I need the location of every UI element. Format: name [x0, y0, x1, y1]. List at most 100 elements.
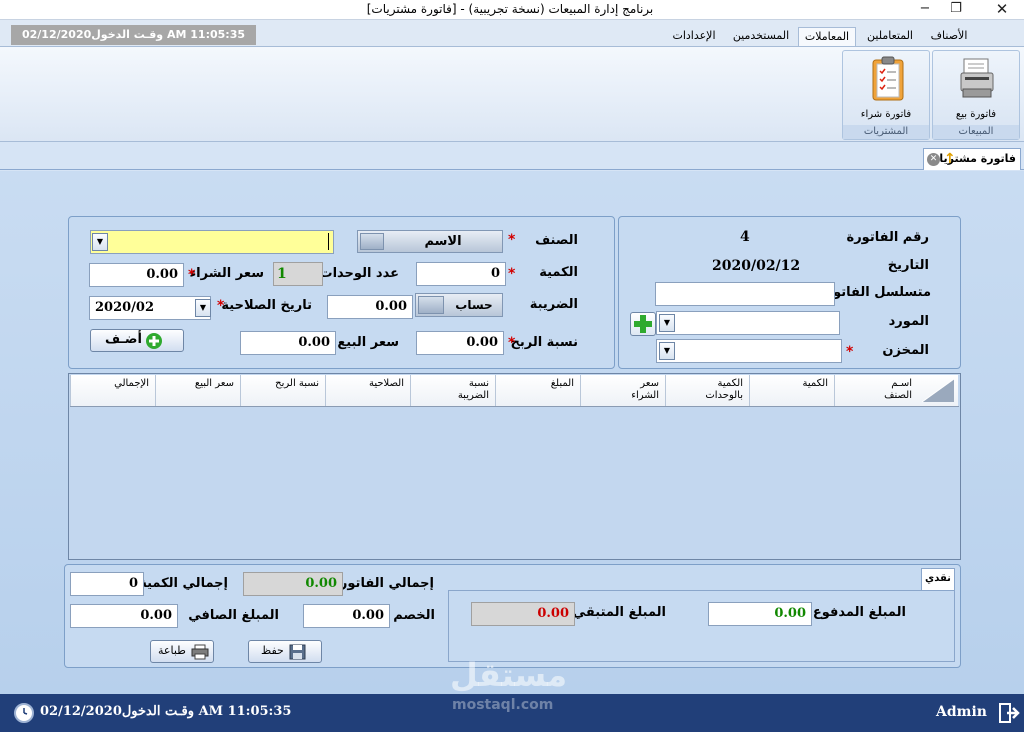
- close-icon[interactable]: ✕: [987, 0, 1017, 20]
- store-select[interactable]: [656, 339, 842, 363]
- tab-settings[interactable]: الإعدادات: [664, 27, 724, 46]
- net-amount-value: 0.00: [70, 604, 178, 628]
- items-grid[interactable]: اسـم الصنف الكمية الكمية بالوحدات سعر ال…: [68, 373, 961, 560]
- required-star: *: [217, 298, 225, 314]
- invoice-total-value: 0.00: [243, 572, 343, 596]
- supplier-select[interactable]: [656, 311, 840, 335]
- required-star: *: [508, 232, 516, 248]
- supplier-label: المورد: [888, 314, 929, 329]
- minimize-icon[interactable]: −: [910, 0, 940, 20]
- column-header[interactable]: اسـم الصنف: [834, 375, 918, 406]
- quantity-label: الكمية: [539, 265, 578, 280]
- purchase-invoice-button[interactable]: فاتورة شراء: [843, 109, 929, 120]
- paid-amount-field[interactable]: 0.00: [708, 602, 812, 626]
- buy-price-label: سعر الشراء: [189, 266, 265, 281]
- required-star: *: [846, 344, 854, 360]
- restore-icon[interactable]: ❐: [941, 0, 971, 20]
- name-toggle[interactable]: الاسم: [357, 230, 503, 253]
- group-label-sales: المبيعات: [933, 125, 1019, 139]
- sell-invoice-button[interactable]: فاتورة بيع: [933, 109, 1019, 120]
- column-header[interactable]: الصلاحية: [325, 375, 410, 406]
- tab-clients[interactable]: المتعاملين: [860, 27, 920, 46]
- floppy-disk-icon: [289, 644, 306, 660]
- document-tab-label: فاتورة مشتريات: [928, 152, 1016, 165]
- print-button[interactable]: طباعة: [150, 640, 214, 663]
- quantity-total-label: إجمالي الكمية: [139, 576, 228, 591]
- invoice-total-label: إجمالي الفاتورة: [332, 576, 434, 591]
- item-select[interactable]: [90, 230, 334, 254]
- printer-icon: [191, 644, 209, 660]
- column-header[interactable]: سعر البيع: [155, 375, 240, 406]
- toggle-knob: [418, 296, 444, 314]
- net-amount-label: المبلغ الصافي: [188, 608, 279, 623]
- tab-users[interactable]: المستخدمين: [728, 27, 794, 46]
- watermark-logo: مستقل: [450, 656, 568, 694]
- discount-field[interactable]: 0.00: [303, 604, 390, 628]
- invoice-serial-field[interactable]: [655, 282, 835, 306]
- tab-transactions[interactable]: المعاملات: [798, 27, 856, 46]
- window-title: برنامج إدارة المبيعات (نسخة تجريبية) - […: [366, 2, 654, 16]
- buy-price-field[interactable]: 0.00: [89, 263, 184, 287]
- tax-toggle-label: حساب: [455, 298, 493, 312]
- invoice-date-value: 2020/02/12: [712, 258, 801, 274]
- profit-rate-label: نسبة الربح: [510, 335, 578, 350]
- remaining-amount-label: المبلغ المتبقي: [572, 605, 666, 620]
- invoice-number-value: 4: [740, 229, 750, 245]
- save-label: حفظ: [261, 644, 284, 657]
- invoice-number-label: رقم الفاتورة: [846, 230, 929, 245]
- add-item-button[interactable]: أضـف: [90, 329, 184, 352]
- sell-price-label: سعر البيع: [337, 335, 399, 350]
- add-item-label: أضـف: [105, 332, 142, 347]
- expiry-date-field[interactable]: 2020/02: [89, 296, 211, 320]
- discount-label: الخصم: [393, 608, 435, 623]
- column-header[interactable]: الكمية بالوحدات: [665, 375, 749, 406]
- name-toggle-label: الاسم: [424, 234, 462, 249]
- tax-toggle[interactable]: حساب: [415, 293, 503, 317]
- item-dropdown-icon[interactable]: ▼: [92, 233, 108, 251]
- paid-amount-label: المبلغ المدفوع: [812, 605, 906, 620]
- document-tab[interactable]: فاتورة مشتريات ↑ ✕: [923, 148, 1021, 170]
- profit-rate-field[interactable]: 0.00: [416, 331, 504, 355]
- column-header[interactable]: نسبة الضريبة: [410, 375, 495, 406]
- column-header[interactable]: سعر الشراء: [580, 375, 665, 406]
- print-label: طباعة: [158, 644, 186, 657]
- payment-panel: [448, 590, 955, 662]
- units-count-value: 1: [273, 262, 323, 286]
- ribbon-group-purchases: فاتورة شراء المشتريات: [842, 50, 930, 140]
- tab-items[interactable]: الأصناف: [922, 27, 976, 46]
- add-supplier-button[interactable]: [630, 312, 656, 336]
- tax-field[interactable]: 0.00: [327, 295, 413, 319]
- store-label: المخزن: [882, 343, 929, 358]
- expiry-dropdown-icon[interactable]: ▼: [195, 299, 211, 317]
- sell-invoice-icon[interactable]: [960, 57, 994, 101]
- remaining-amount-value: 0.00: [471, 602, 575, 626]
- purchase-invoice-icon[interactable]: [870, 55, 906, 103]
- required-star: *: [188, 267, 196, 283]
- supplier-dropdown-icon[interactable]: ▼: [659, 314, 675, 332]
- close-tab-icon[interactable]: ✕: [927, 153, 940, 166]
- toggle-knob: [360, 233, 384, 250]
- quantity-field[interactable]: 0: [416, 262, 506, 286]
- expiry-label: تاريخ الصلاحية: [221, 298, 312, 313]
- sell-price-field[interactable]: 0.00: [240, 331, 336, 355]
- watermark-url: mostaql.com: [452, 697, 554, 713]
- units-count-label: عدد الوحدات: [319, 266, 399, 281]
- column-header[interactable]: الكمية: [749, 375, 834, 406]
- quantity-total-value: 0: [70, 572, 144, 596]
- header-divider: [70, 406, 959, 407]
- tab-cash[interactable]: نقدي: [921, 568, 955, 590]
- status-login-time: وقـت الدخول02/12/2020 AM 11:05:35: [40, 704, 292, 719]
- store-dropdown-icon[interactable]: ▼: [659, 342, 675, 360]
- title-bar: برنامج إدارة المبيعات (نسخة تجريبية) - […: [0, 0, 1024, 20]
- column-header[interactable]: المبلغ: [495, 375, 580, 406]
- column-header[interactable]: نسبة الربح: [240, 375, 325, 406]
- logout-icon[interactable]: [998, 702, 1020, 724]
- add-circle-icon: [146, 333, 162, 349]
- save-button[interactable]: حفظ: [248, 640, 322, 663]
- text-caret: [328, 233, 329, 250]
- column-header[interactable]: الإجمالي: [70, 375, 155, 406]
- group-label-purchases: المشتريات: [843, 125, 929, 139]
- pin-icon[interactable]: ↑: [944, 151, 956, 167]
- plus-icon: [634, 315, 652, 333]
- invoice-date-label: التاريخ: [887, 258, 929, 273]
